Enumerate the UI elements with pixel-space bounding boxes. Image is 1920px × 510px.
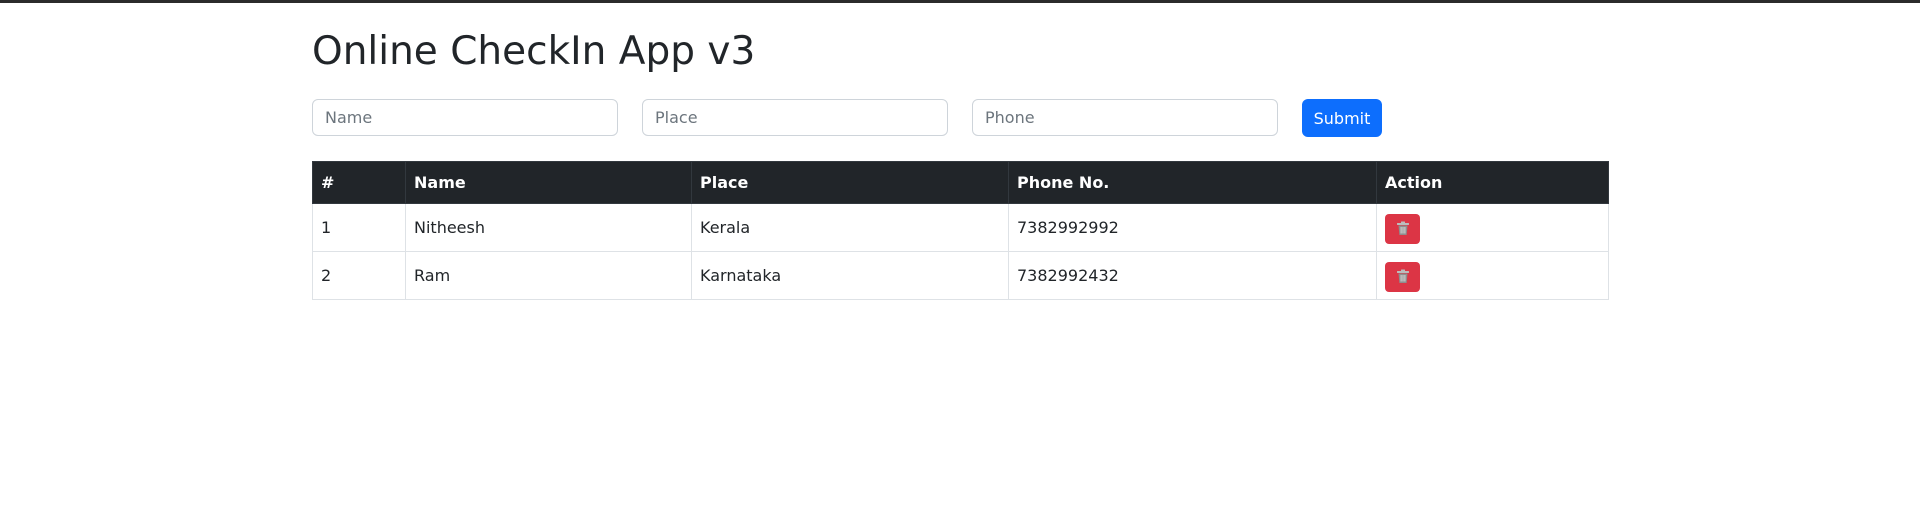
phone-input[interactable] [972,99,1278,136]
cell-phone: 7382992432 [1008,251,1377,300]
trash-icon [1396,269,1410,284]
page-title: Online CheckIn App v3 [312,29,756,74]
header-phone: Phone No. [1008,161,1377,204]
trash-icon [1396,221,1410,236]
checkin-form: Submit [312,99,1608,137]
table-row: 2 Ram Karnataka 7382992432 [312,251,1609,300]
checkin-table: # Name Place Phone No. Action 1 Nitheesh… [312,161,1609,300]
header-index: # [312,161,406,204]
table-body: 1 Nitheesh Kerala 7382992992 2 Ram Karna… [312,203,1609,300]
delete-button[interactable] [1385,261,1420,292]
cell-name: Ram [405,251,692,300]
name-input[interactable] [312,99,618,136]
cell-action [1376,251,1609,300]
cell-action [1376,203,1609,252]
cell-index: 2 [312,251,406,300]
cell-name: Nitheesh [405,203,692,252]
place-input[interactable] [642,99,948,136]
window-top-border [0,0,1920,3]
table-header: # Name Place Phone No. Action [312,161,1609,204]
header-action: Action [1376,161,1609,204]
table-header-row: # Name Place Phone No. Action [312,161,1609,204]
delete-button[interactable] [1385,213,1420,244]
header-place: Place [691,161,1009,204]
cell-index: 1 [312,203,406,252]
cell-place: Kerala [691,203,1009,252]
cell-place: Karnataka [691,251,1009,300]
header-name: Name [405,161,692,204]
submit-button[interactable]: Submit [1302,99,1382,137]
table-row: 1 Nitheesh Kerala 7382992992 [312,203,1609,252]
checkin-table-wrapper: # Name Place Phone No. Action 1 Nitheesh… [312,161,1609,300]
cell-phone: 7382992992 [1008,203,1377,252]
